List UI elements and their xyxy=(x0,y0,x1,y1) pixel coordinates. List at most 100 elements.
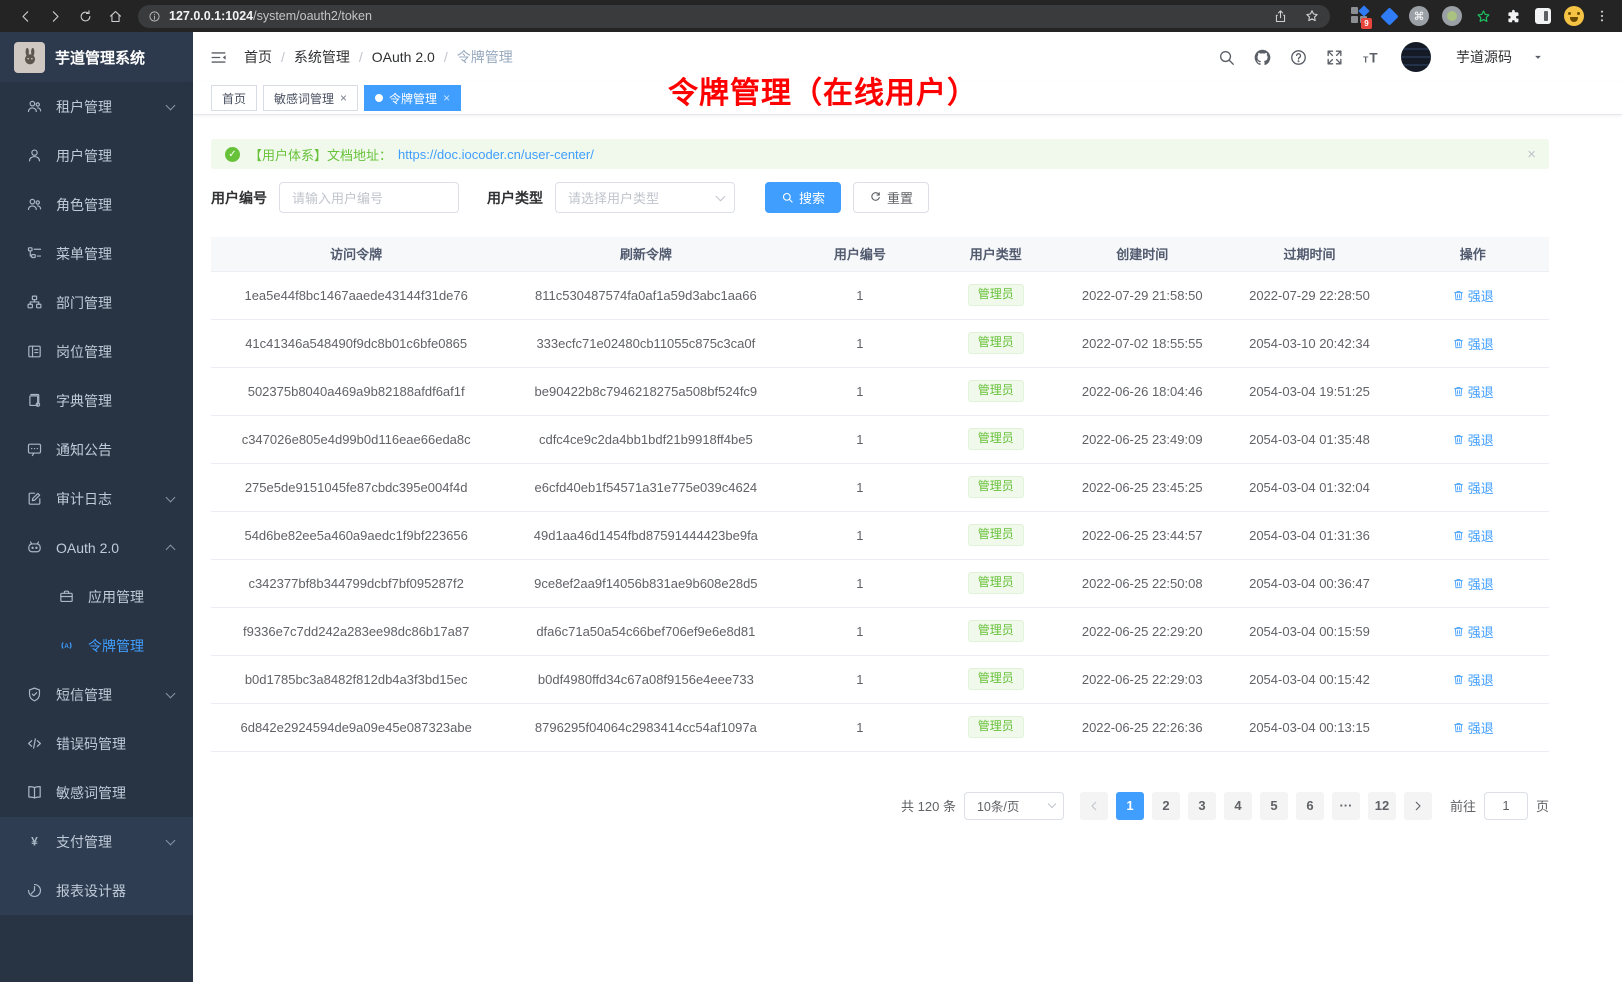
tab-group-extension-icon[interactable]: 9 xyxy=(1350,6,1370,26)
page-button-4[interactable]: 4 xyxy=(1224,792,1252,820)
force-logout-button[interactable]: 强退 xyxy=(1452,622,1494,641)
sidebar-item-audit-log[interactable]: 审计日志 xyxy=(0,474,193,523)
sidebar-item-user[interactable]: 用户管理 xyxy=(0,131,193,180)
sidebar-item-label: 角色管理 xyxy=(56,195,112,215)
fullscreen-icon[interactable] xyxy=(1325,48,1344,67)
doc-link[interactable]: https://doc.iocoder.cn/user-center/ xyxy=(398,147,594,162)
address-bar[interactable]: 127.0.0.1:1024/system/oauth2/token xyxy=(138,5,1330,28)
sidebar-item-post[interactable]: 岗位管理 xyxy=(0,327,193,376)
tab-close-icon[interactable]: × xyxy=(340,92,347,104)
profile-avatar-icon[interactable] xyxy=(1564,6,1584,26)
column-header: 操作 xyxy=(1396,237,1549,271)
tab-令牌管理[interactable]: 令牌管理× xyxy=(364,85,461,111)
created-cell: 2022-06-26 18:04:46 xyxy=(1062,367,1223,415)
pagination-ellipsis[interactable]: ··· xyxy=(1332,792,1360,820)
page-button-5[interactable]: 5 xyxy=(1260,792,1288,820)
sidebar-collapse-icon[interactable] xyxy=(209,48,228,67)
error-code-icon xyxy=(26,735,44,752)
alert-close-icon[interactable]: × xyxy=(1527,146,1536,163)
refresh-token-cell: 49d1aa46d1454fbd87591444423be9fa xyxy=(501,511,790,559)
sidebar-toggle-icon[interactable] xyxy=(1535,8,1551,24)
sidebar-item-sensitive-word[interactable]: 敏感词管理 xyxy=(0,768,193,817)
user-type-cell: 管理员 xyxy=(929,271,1061,319)
goto-page-input[interactable]: 1 xyxy=(1484,792,1528,820)
sidebar-item-menu[interactable]: 菜单管理 xyxy=(0,229,193,278)
sidebar-item-report[interactable]: 报表设计器 xyxy=(0,866,193,915)
force-logout-button[interactable]: 强退 xyxy=(1452,526,1494,545)
next-page-button[interactable] xyxy=(1404,792,1432,820)
access-token-cell: b0d1785bc3a8482f812db4a3f3bd15ec xyxy=(211,655,501,703)
page-button-12[interactable]: 12 xyxy=(1368,792,1396,820)
browser-menu-icon[interactable] xyxy=(1594,8,1610,24)
browser-home-button[interactable] xyxy=(100,9,130,24)
gem-extension-icon[interactable] xyxy=(1380,7,1398,25)
sidebar-item-tenant[interactable]: 租户管理 xyxy=(0,82,193,131)
filter-form: 用户编号 请输入用户编号 用户类型 请选择用户类型 搜索 重置 xyxy=(211,182,1549,213)
star-extension-icon[interactable] xyxy=(1475,8,1492,25)
user-type-select[interactable]: 请选择用户类型 xyxy=(555,182,735,213)
user-menu-caret-icon[interactable] xyxy=(1531,50,1545,64)
browser-forward-button[interactable] xyxy=(40,9,70,24)
oauth2-icon xyxy=(26,539,44,556)
browser-back-button[interactable] xyxy=(10,9,40,24)
page-button-3[interactable]: 3 xyxy=(1188,792,1216,820)
sidebar-item-dict[interactable]: 字典管理 xyxy=(0,376,193,425)
tab-close-icon[interactable]: × xyxy=(443,92,450,104)
page-size-select[interactable]: 10条/页 xyxy=(964,792,1064,820)
share-icon[interactable] xyxy=(1273,9,1288,24)
sidebar-item-label: 字典管理 xyxy=(56,391,112,411)
reset-button[interactable]: 重置 xyxy=(853,182,929,213)
search-button[interactable]: 搜索 xyxy=(765,182,841,213)
created-cell: 2022-07-29 21:58:50 xyxy=(1062,271,1223,319)
app-logo[interactable]: 芋道管理系统 xyxy=(0,32,193,82)
command-extension-icon[interactable]: ⌘ xyxy=(1409,6,1429,26)
bookmark-star-icon[interactable] xyxy=(1304,8,1320,24)
user-id-cell: 1 xyxy=(790,367,929,415)
sidebar-item-pay[interactable]: 支付管理 xyxy=(0,817,193,866)
sidebar-item-notice[interactable]: 通知公告 xyxy=(0,425,193,474)
force-logout-button[interactable]: 强退 xyxy=(1452,334,1494,353)
user-id-label: 用户编号 xyxy=(211,188,267,208)
breadcrumb-item[interactable]: 首页 xyxy=(244,47,272,67)
page-button-6[interactable]: 6 xyxy=(1296,792,1324,820)
action-cell: 强退 xyxy=(1396,703,1549,751)
breadcrumb-item[interactable]: 系统管理 xyxy=(294,47,350,67)
sidebar-item-role[interactable]: 角色管理 xyxy=(0,180,193,229)
sidebar-item-error-code[interactable]: 错误码管理 xyxy=(0,719,193,768)
table-row: b0d1785bc3a8482f812db4a3f3bd15ecb0df4980… xyxy=(211,655,1549,703)
sidebar-item-oauth2-app[interactable]: 应用管理 xyxy=(0,572,193,621)
tab-首页[interactable]: 首页 xyxy=(211,85,257,111)
force-logout-button[interactable]: 强退 xyxy=(1452,286,1494,305)
trash-icon xyxy=(1452,721,1465,734)
tab-敏感词管理[interactable]: 敏感词管理× xyxy=(263,85,358,111)
user-name: 芋道源码 xyxy=(1456,47,1512,67)
force-logout-button[interactable]: 强退 xyxy=(1452,430,1494,449)
force-logout-button[interactable]: 强退 xyxy=(1452,478,1494,497)
page-button-2[interactable]: 2 xyxy=(1152,792,1180,820)
sidebar-item-sms[interactable]: 短信管理 xyxy=(0,670,193,719)
page-size-value: 10条/页 xyxy=(977,796,1019,815)
github-icon[interactable] xyxy=(1253,48,1272,67)
sidebar-item-oauth2-token[interactable]: 令牌管理 xyxy=(0,621,193,670)
search-icon[interactable] xyxy=(1217,48,1236,67)
column-header: 创建时间 xyxy=(1062,237,1223,271)
created-cell: 2022-06-25 22:26:36 xyxy=(1062,703,1223,751)
site-info-icon[interactable] xyxy=(148,10,161,23)
page-button-1[interactable]: 1 xyxy=(1116,792,1144,820)
record-extension-icon[interactable] xyxy=(1442,6,1462,26)
help-icon[interactable] xyxy=(1289,48,1308,67)
prev-page-button[interactable] xyxy=(1080,792,1108,820)
user-avatar[interactable] xyxy=(1401,42,1431,72)
browser-reload-button[interactable] xyxy=(70,9,100,24)
sidebar-item-department[interactable]: 部门管理 xyxy=(0,278,193,327)
force-logout-button[interactable]: 强退 xyxy=(1452,718,1494,737)
sidebar-item-oauth2[interactable]: OAuth 2.0 xyxy=(0,523,193,572)
user-id-input[interactable]: 请输入用户编号 xyxy=(279,182,459,213)
breadcrumb-item[interactable]: OAuth 2.0 xyxy=(372,49,435,65)
extensions-puzzle-icon[interactable] xyxy=(1505,8,1522,25)
force-logout-button[interactable]: 强退 xyxy=(1452,382,1494,401)
font-size-icon[interactable] xyxy=(1361,48,1380,67)
action-cell: 强退 xyxy=(1396,559,1549,607)
force-logout-button[interactable]: 强退 xyxy=(1452,574,1494,593)
force-logout-button[interactable]: 强退 xyxy=(1452,670,1494,689)
